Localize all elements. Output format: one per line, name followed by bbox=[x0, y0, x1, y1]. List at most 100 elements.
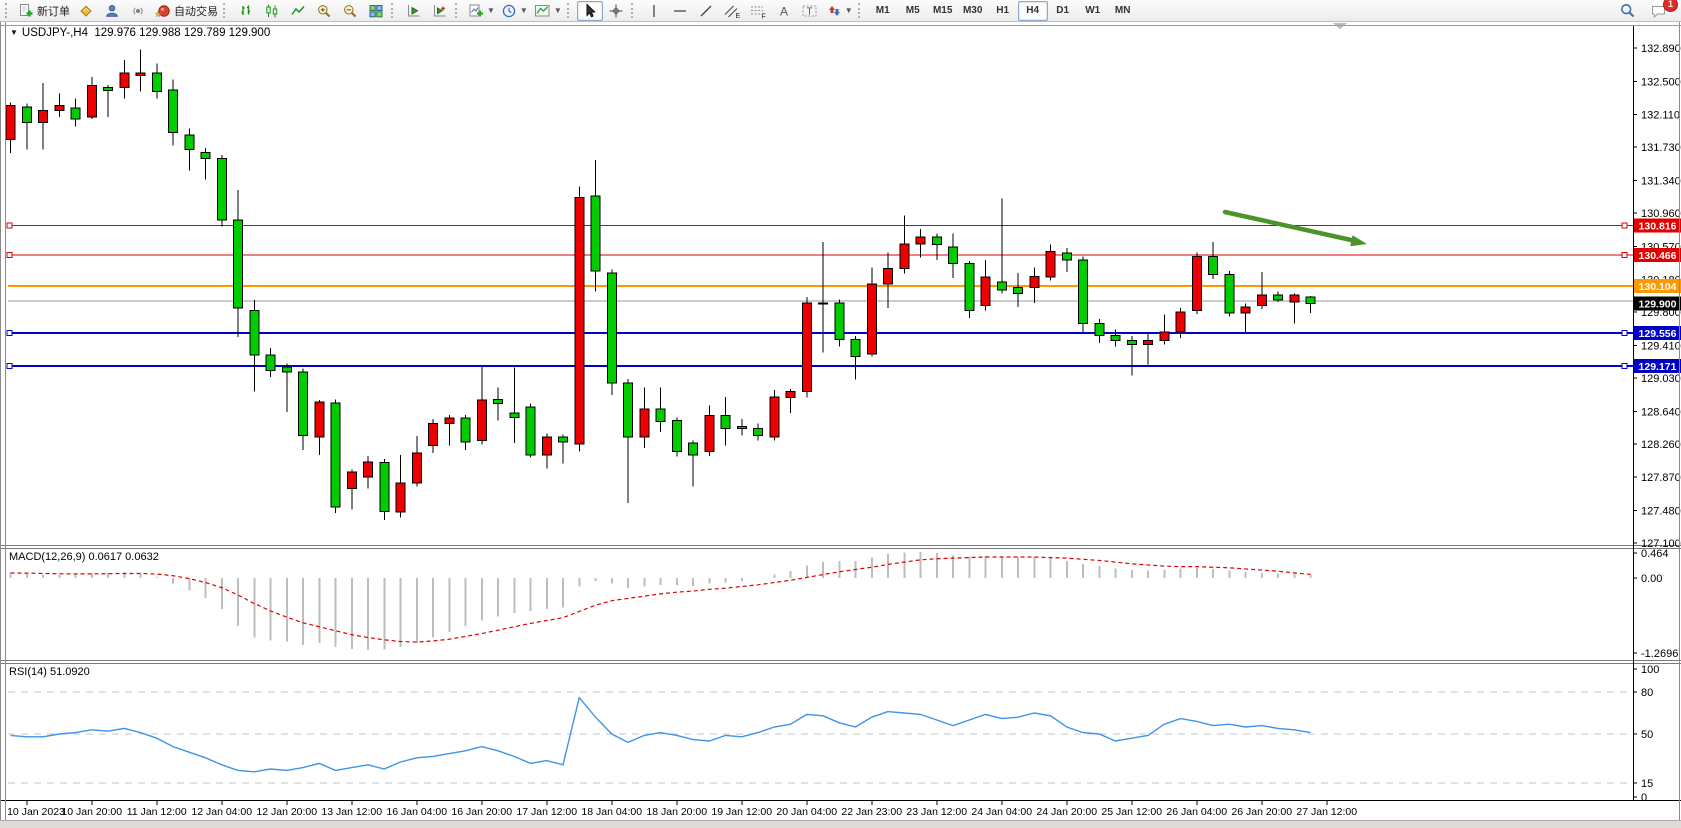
new-order-icon bbox=[18, 3, 34, 19]
price-tag-130.104: 130.104 bbox=[1634, 279, 1681, 293]
svg-text:E: E bbox=[735, 13, 740, 19]
zoom-in-button[interactable] bbox=[311, 1, 337, 21]
macd-values: 0.0617 0.0632 bbox=[88, 551, 158, 563]
auto-scroll-button[interactable] bbox=[401, 1, 427, 21]
trendline-button[interactable] bbox=[693, 1, 719, 21]
symbol-dropdown-icon[interactable]: ▼ bbox=[10, 28, 18, 37]
new-order-button[interactable]: 新订单 bbox=[15, 1, 73, 21]
text-button[interactable]: A bbox=[771, 1, 797, 21]
chart-canvas[interactable]: 132.890132.500132.110131.730131.340130.9… bbox=[0, 0, 1681, 828]
svg-text:100: 100 bbox=[1641, 664, 1659, 676]
tile-windows-icon bbox=[368, 3, 384, 19]
price-tag-129.900: 129.900 bbox=[1634, 297, 1681, 311]
bar-chart-type-icon bbox=[238, 3, 254, 19]
timeframe-button-M15[interactable]: M15 bbox=[928, 1, 958, 21]
toolbar-grip[interactable] bbox=[631, 3, 637, 18]
svg-text:129.171: 129.171 bbox=[1639, 361, 1677, 373]
svg-text:12 Jan 04:00: 12 Jan 04:00 bbox=[191, 806, 252, 818]
timeframe-button-MN[interactable]: MN bbox=[1108, 1, 1138, 21]
svg-text:A: A bbox=[780, 4, 788, 18]
svg-text:23 Jan 12:00: 23 Jan 12:00 bbox=[906, 806, 967, 818]
timeframe-button-M30[interactable]: M30 bbox=[958, 1, 988, 21]
line-chart-type-icon bbox=[290, 3, 306, 19]
svg-text:11 Jan 12:00: 11 Jan 12:00 bbox=[127, 806, 187, 818]
svg-text:10 Jan 2023: 10 Jan 2023 bbox=[7, 806, 65, 818]
svg-text:132.890: 132.890 bbox=[1641, 43, 1681, 55]
profile-button[interactable] bbox=[99, 1, 125, 21]
tile-windows-button[interactable] bbox=[363, 1, 389, 21]
svg-text:25 Jan 12:00: 25 Jan 12:00 bbox=[1101, 806, 1162, 818]
price-tag-129.556: 129.556 bbox=[1634, 326, 1681, 340]
timeframe-button-W1[interactable]: W1 bbox=[1078, 1, 1108, 21]
svg-text:50: 50 bbox=[1641, 729, 1653, 741]
svg-text:129.556: 129.556 bbox=[1639, 328, 1677, 340]
candlestick-chart-type-icon bbox=[264, 3, 280, 19]
svg-text:13 Jan 12:00: 13 Jan 12:00 bbox=[321, 806, 382, 818]
svg-text:24 Jan 04:00: 24 Jan 04:00 bbox=[971, 806, 1032, 818]
crosshair-button[interactable] bbox=[603, 1, 629, 21]
text-icon: A bbox=[777, 3, 791, 19]
timeframe-button-D1[interactable]: D1 bbox=[1048, 1, 1078, 21]
gold-diamond-icon bbox=[78, 3, 94, 19]
line-chart-type-button[interactable] bbox=[285, 1, 311, 21]
svg-text:131.340: 131.340 bbox=[1641, 176, 1681, 188]
toolbar-grip[interactable] bbox=[567, 3, 573, 18]
period-button[interactable]: ▼ bbox=[498, 1, 531, 21]
svg-text:12 Jan 20:00: 12 Jan 20:00 bbox=[256, 806, 317, 818]
auto-scroll-icon bbox=[406, 3, 422, 19]
timeframe-button-M5[interactable]: M5 bbox=[898, 1, 928, 21]
svg-text:130.960: 130.960 bbox=[1641, 208, 1681, 220]
notification-badge: 1 bbox=[1663, 0, 1678, 12]
trendline-icon bbox=[698, 3, 714, 19]
autotrading-button[interactable]: 自动交易 bbox=[151, 1, 221, 21]
arrows-icon bbox=[826, 3, 842, 19]
channel-button[interactable]: E bbox=[719, 1, 745, 21]
chart-shift-button[interactable] bbox=[427, 1, 453, 21]
cursor-icon bbox=[582, 3, 598, 19]
candlestick-chart-type-button[interactable] bbox=[259, 1, 285, 21]
svg-text:132.500: 132.500 bbox=[1641, 76, 1681, 88]
autotrading-label: 自动交易 bbox=[174, 3, 218, 19]
svg-text:T: T bbox=[806, 6, 812, 17]
toolbar-grip[interactable] bbox=[391, 3, 397, 18]
timeframe-button-M1[interactable]: M1 bbox=[868, 1, 898, 21]
timeframe-group: M1M5M15M30H1H4D1W1MN bbox=[868, 1, 1138, 21]
svg-text:0: 0 bbox=[1641, 792, 1647, 804]
period-clock-icon bbox=[501, 3, 517, 19]
profile-icon bbox=[104, 3, 120, 19]
svg-text:27 Jan 12:00: 27 Jan 12:00 bbox=[1296, 806, 1357, 818]
add-indicator-button[interactable]: ▼ bbox=[465, 1, 498, 21]
svg-text:26 Jan 20:00: 26 Jan 20:00 bbox=[1231, 806, 1292, 818]
toolbar-grip[interactable] bbox=[223, 3, 229, 18]
svg-text:131.730: 131.730 bbox=[1641, 142, 1681, 154]
svg-text:130.816: 130.816 bbox=[1639, 220, 1677, 232]
timeframe-button-H4[interactable]: H4 bbox=[1018, 1, 1048, 21]
dropdown-caret-icon: ▼ bbox=[554, 7, 562, 15]
signal-button[interactable] bbox=[125, 1, 151, 21]
notifications-button[interactable]: 1 bbox=[1646, 1, 1672, 21]
vertical-line-button[interactable] bbox=[641, 1, 667, 21]
quotes-button[interactable] bbox=[73, 1, 99, 21]
channel-icon: E bbox=[723, 3, 741, 19]
bar-chart-type-button[interactable] bbox=[233, 1, 259, 21]
horizontal-line-button[interactable] bbox=[667, 1, 693, 21]
svg-text:20 Jan 04:00: 20 Jan 04:00 bbox=[776, 806, 837, 818]
svg-text:130.104: 130.104 bbox=[1639, 281, 1677, 293]
dropdown-caret-icon: ▼ bbox=[520, 7, 528, 15]
crosshair-icon bbox=[608, 3, 624, 19]
arrows-button[interactable]: ▼ bbox=[823, 1, 856, 21]
text-label-button[interactable]: T bbox=[797, 1, 823, 21]
vertical-line-icon bbox=[647, 3, 661, 19]
template-button[interactable]: ▼ bbox=[531, 1, 565, 21]
toolbar-grip[interactable] bbox=[858, 3, 864, 18]
cursor-button[interactable] bbox=[577, 1, 603, 21]
fibonacci-button[interactable]: F bbox=[745, 1, 771, 21]
toolbar-grip[interactable] bbox=[5, 3, 11, 18]
chart-title: ▼USDJPY-,H4 129.976 129.988 129.789 129.… bbox=[10, 27, 270, 39]
timeframe-button-H1[interactable]: H1 bbox=[988, 1, 1018, 21]
svg-text:26 Jan 04:00: 26 Jan 04:00 bbox=[1166, 806, 1227, 818]
search-button[interactable] bbox=[1614, 1, 1640, 21]
zoom-out-icon bbox=[342, 3, 358, 19]
zoom-out-button[interactable] bbox=[337, 1, 363, 21]
toolbar-grip[interactable] bbox=[455, 3, 461, 18]
